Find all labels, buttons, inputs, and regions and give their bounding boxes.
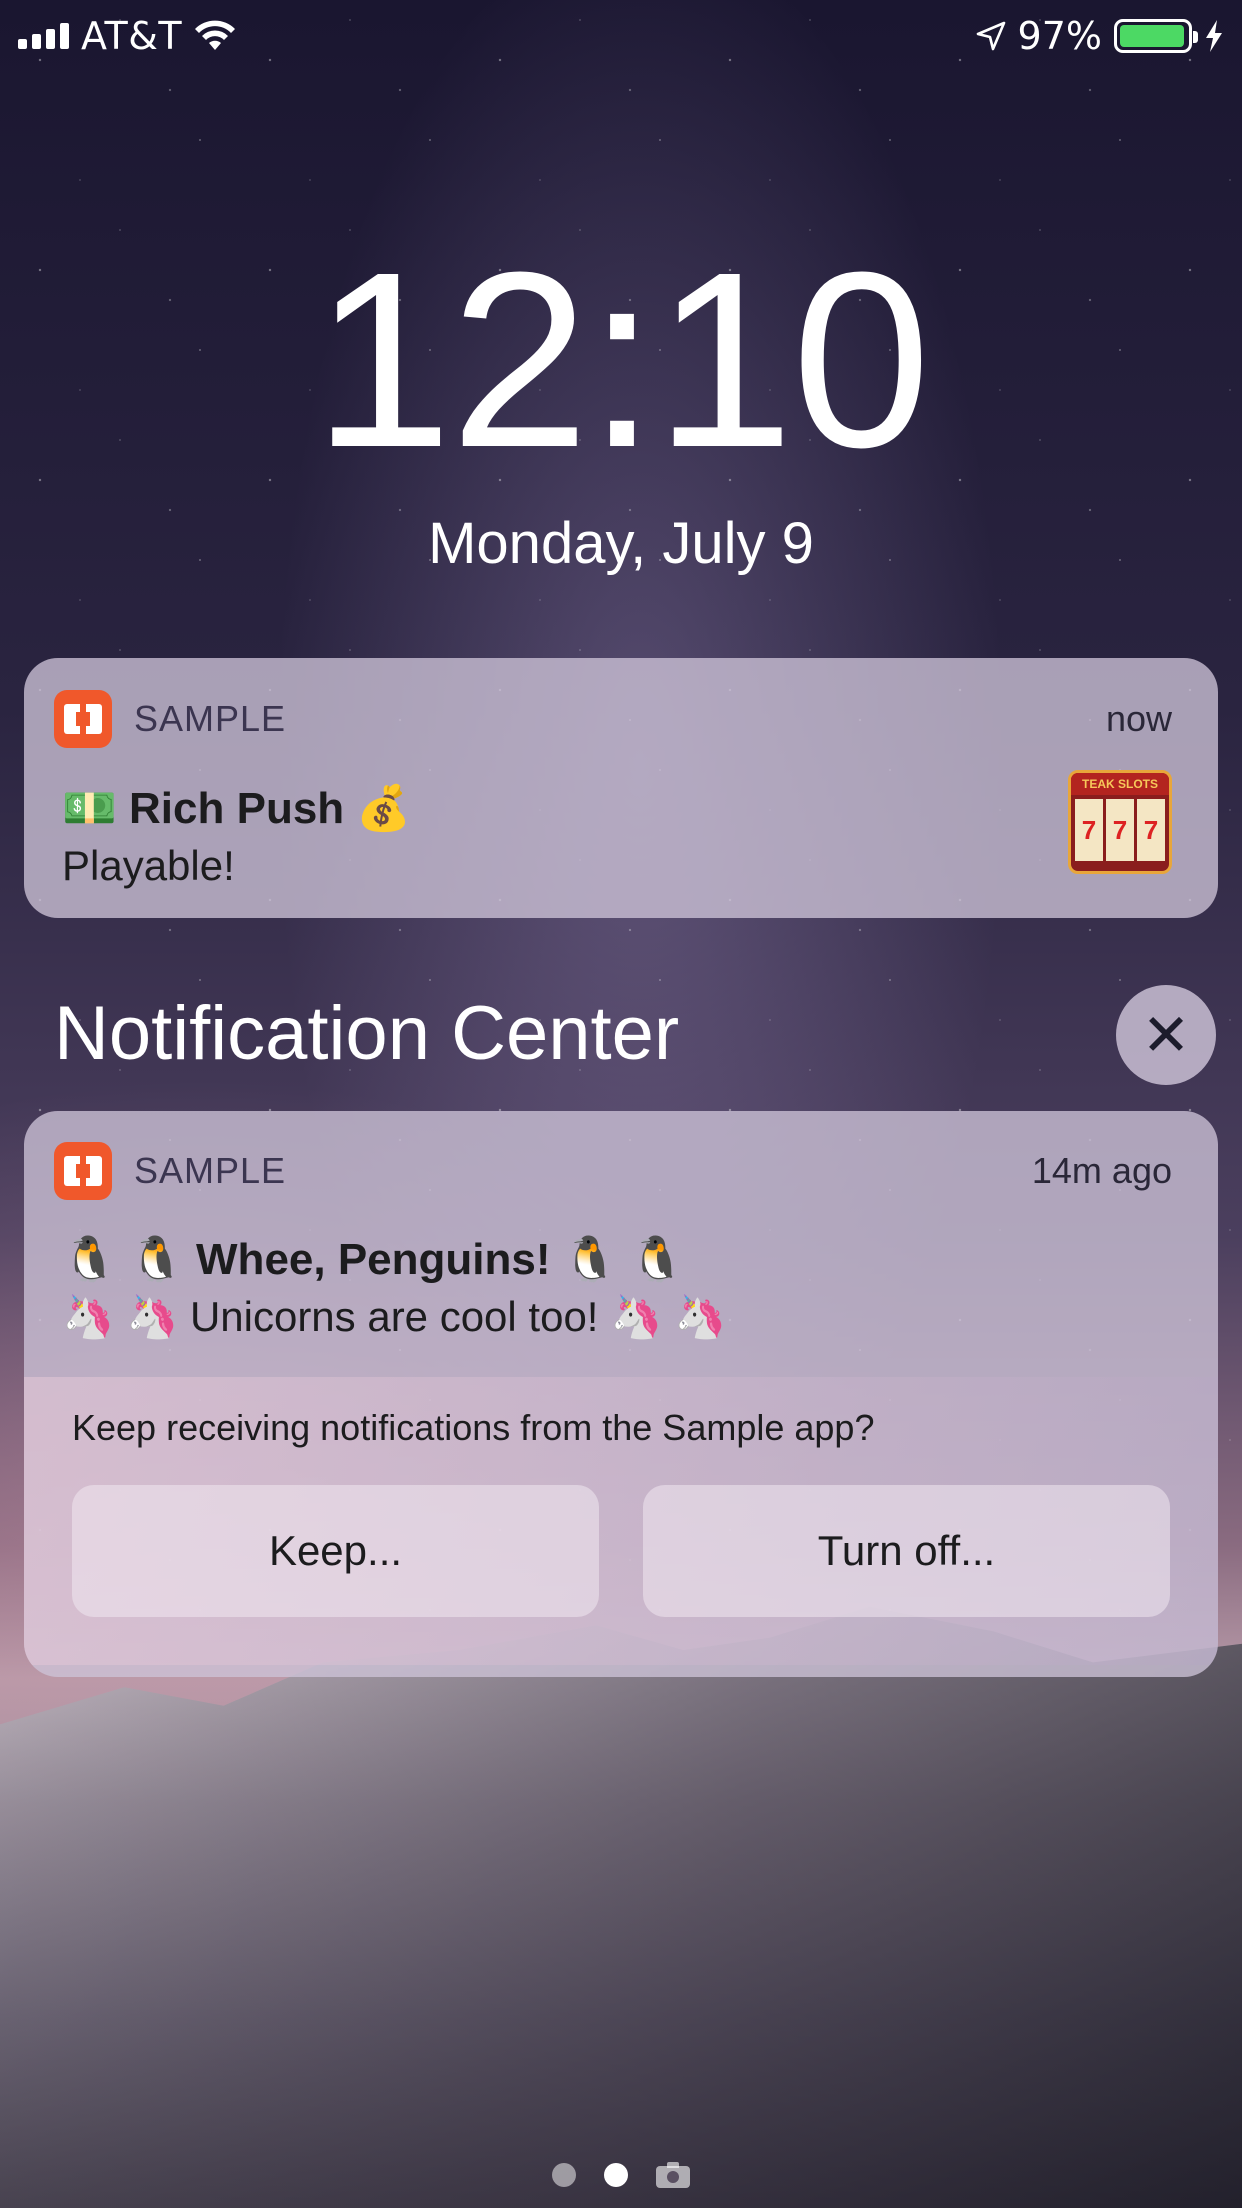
page-indicator (0, 2162, 1242, 2188)
app-identity: SAMPLE (54, 1142, 286, 1200)
notification-timestamp: now (1105, 698, 1172, 739)
prompt-text: Keep receiving notifications from the Sa… (72, 1407, 875, 1448)
notification-message: Playable! (62, 842, 235, 889)
notification-title-line: 💵 Rich Push 💰 (62, 780, 1178, 838)
app-identity: SAMPLE (54, 690, 286, 748)
camera-icon[interactable] (656, 2162, 690, 2188)
slot-reels: 7 7 7 (1071, 795, 1169, 865)
prompt-buttons: Keep... Turn off... (72, 1485, 1170, 1617)
app-name: SAMPLE (134, 698, 287, 739)
status-left: AT&T (18, 14, 236, 58)
location-icon (976, 21, 1005, 51)
app-name: SAMPLE (134, 1150, 287, 1191)
slot-reel: 7 (1106, 799, 1134, 861)
charging-icon (1206, 20, 1222, 52)
lock-screen-date: Monday, July 9 (428, 511, 814, 576)
notification-card-rich-push[interactable]: SAMPLE now 💵 Rich Push 💰 Playable! TEAK … (24, 658, 1218, 918)
money-bag-emoji-icon: 💰 (356, 784, 412, 833)
notification-center-title: Notification Center (54, 991, 680, 1076)
keep-notifications-prompt: Keep receiving notifications from the Sa… (24, 1377, 1218, 1665)
notification-title-line: 🐧 🐧 Whee, Penguins! 🐧 🐧 (62, 1231, 1178, 1289)
thumbnail-label: TEAK SLOTS (1071, 773, 1169, 795)
signal-icon (18, 23, 69, 49)
page-dot-today[interactable] (552, 2163, 576, 2187)
wifi-icon (195, 20, 236, 50)
slot-reel: 7 (1075, 799, 1103, 861)
notification-card-penguins[interactable]: SAMPLE 14m ago 🐧 🐧 Whee, Penguins! 🐧 🐧 🦄… (24, 1111, 1218, 1677)
notification-message: Unicorns are cool too! (189, 1293, 599, 1340)
slot-reel: 7 (1137, 799, 1165, 861)
slots-thumbnail: TEAK SLOTS 7 7 7 (1068, 770, 1172, 874)
carrier-name: AT&T (81, 14, 183, 58)
status-right: 97% (976, 14, 1224, 58)
notification-body: 💵 Rich Push 💰 Playable! TEAK SLOTS 7 7 7 (24, 770, 1218, 894)
penguin-emoji-icon: 🐧 🐧 (62, 1235, 184, 1284)
sample-app-icon (54, 690, 112, 748)
keep-button[interactable]: Keep... (72, 1485, 599, 1617)
battery-fill (1120, 25, 1185, 47)
page-dot-lock[interactable] (604, 2163, 628, 2187)
notification-title: Whee, Penguins! (196, 1235, 551, 1284)
lock-screen-time: 12:10 (313, 220, 931, 499)
notification-header: SAMPLE 14m ago (24, 1111, 1218, 1231)
notification-header: SAMPLE now (24, 658, 1218, 780)
unicorn-emoji-icon: 🦄 🦄 (62, 1293, 179, 1340)
notification-message-line: 🦄 🦄 Unicorns are cool too! 🦄 🦄 (62, 1289, 1178, 1345)
battery-icon (1114, 19, 1198, 53)
unicorn-emoji-icon: 🦄 🦄 (610, 1293, 727, 1340)
notification-body: 🐧 🐧 Whee, Penguins! 🐧 🐧 🦄 🦄 Unicorns are… (24, 1231, 1218, 1357)
dollar-bill-emoji-icon: 💵 (62, 784, 117, 833)
close-icon: ✕ (1141, 1001, 1191, 1069)
penguin-emoji-icon: 🐧 🐧 (562, 1235, 685, 1284)
status-bar: AT&T 97% (0, 0, 1242, 72)
notification-timestamp: 14m ago (1031, 1150, 1172, 1191)
battery-percent: 97% (1017, 14, 1102, 58)
clear-notifications-button[interactable]: ✕ (1116, 985, 1216, 1085)
notification-title: Rich Push (129, 784, 345, 833)
turn-off-button[interactable]: Turn off... (643, 1485, 1170, 1617)
sample-app-icon (54, 1142, 112, 1200)
